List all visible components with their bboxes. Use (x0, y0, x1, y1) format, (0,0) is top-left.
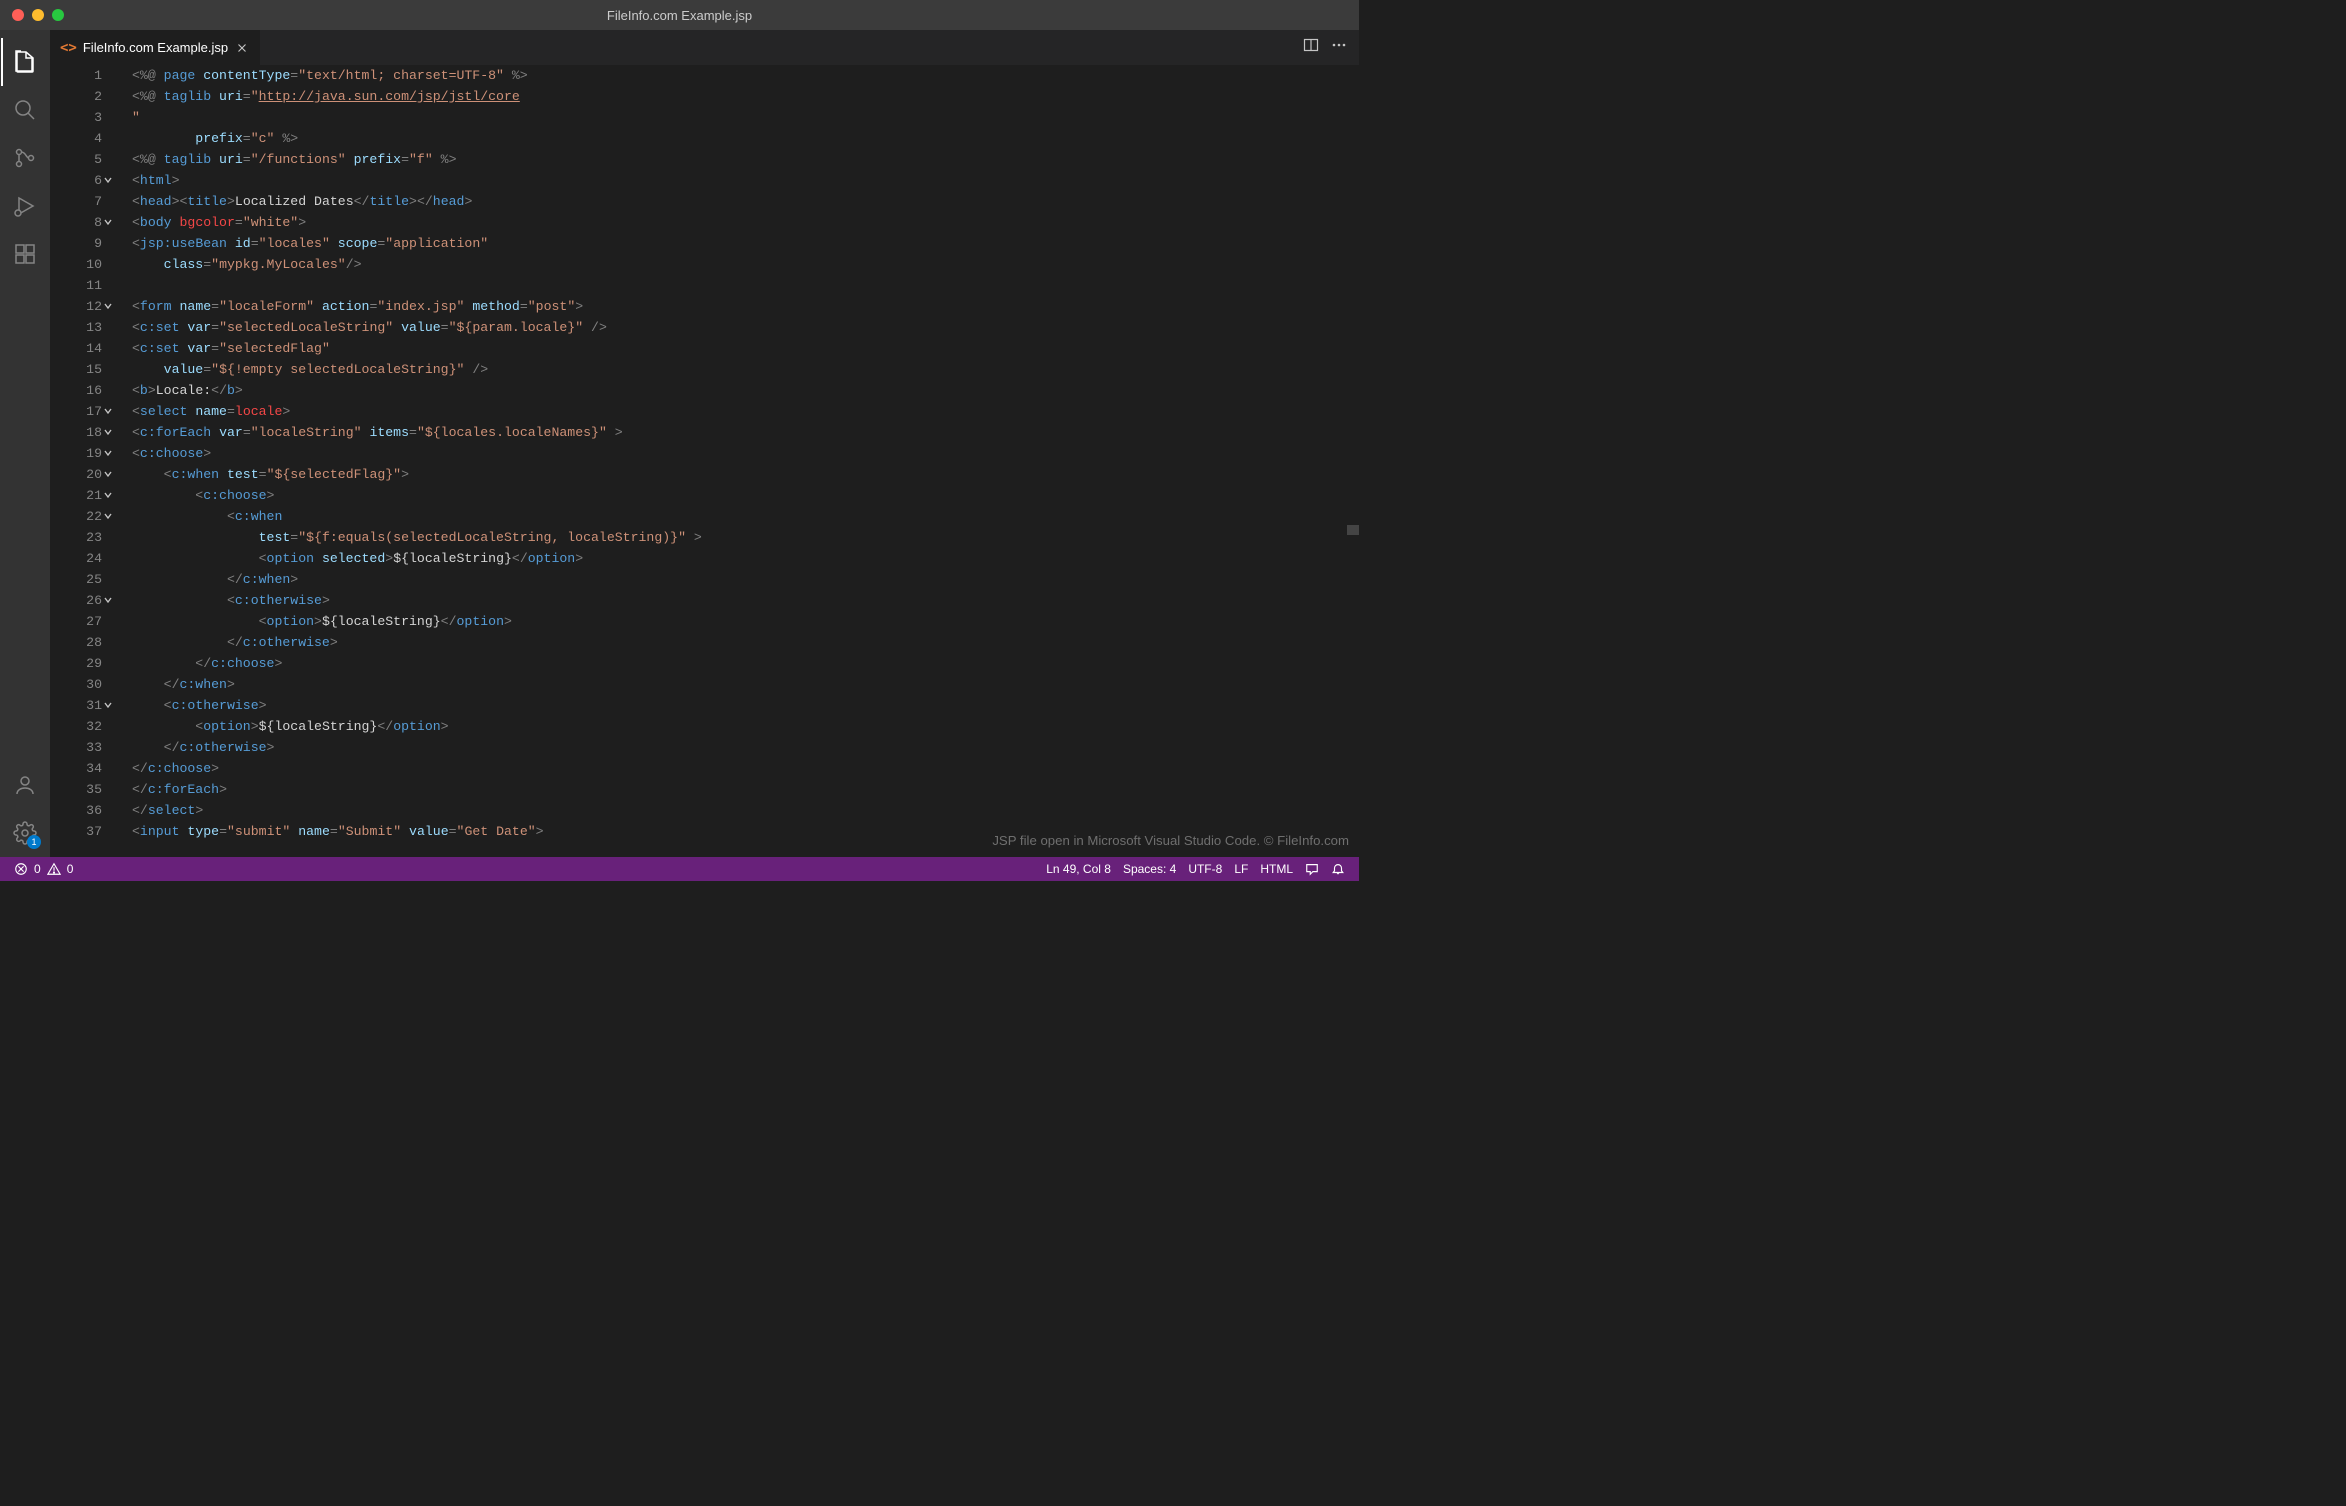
source-control-icon[interactable] (1, 134, 49, 182)
jsp-file-icon: <> (60, 40, 77, 56)
fold-chevron-icon[interactable] (102, 298, 114, 319)
status-bar: 0 0 Ln 49, Col 8 Spaces: 4 UTF-8 LF HTML (0, 857, 1359, 881)
fold-chevron-icon[interactable] (102, 487, 114, 508)
code-content[interactable]: <%@ page contentType="text/html; charset… (116, 65, 1345, 857)
activity-bar: 1 (0, 30, 50, 857)
split-editor-icon[interactable] (1303, 37, 1319, 58)
fold-chevron-icon[interactable] (102, 697, 114, 718)
settings-badge: 1 (27, 835, 41, 849)
code-editor[interactable]: 1234567891011121314151617181920212223242… (50, 65, 1359, 857)
status-cursor-position[interactable]: Ln 49, Col 8 (1040, 857, 1117, 881)
editor-group: <> FileInfo.com Example.jsp 123456789101… (50, 30, 1359, 857)
minimize-window-button[interactable] (32, 9, 44, 21)
titlebar: FileInfo.com Example.jsp (0, 0, 1359, 30)
tab-fileinfo-example-jsp[interactable]: <> FileInfo.com Example.jsp (50, 30, 261, 65)
fold-chevron-icon[interactable] (102, 424, 114, 445)
tab-label: FileInfo.com Example.jsp (83, 40, 228, 55)
status-eol[interactable]: LF (1228, 857, 1254, 881)
fold-chevron-icon[interactable] (102, 214, 114, 235)
status-indentation[interactable]: Spaces: 4 (1117, 857, 1182, 881)
fold-chevron-icon[interactable] (102, 445, 114, 466)
status-feedback-icon[interactable] (1299, 857, 1325, 881)
fold-chevron-icon[interactable] (102, 172, 114, 193)
fold-chevron-icon[interactable] (102, 592, 114, 613)
close-window-button[interactable] (12, 9, 24, 21)
close-tab-icon[interactable] (234, 40, 250, 56)
fold-chevron-icon[interactable] (102, 466, 114, 487)
status-warnings-count: 0 (67, 862, 74, 876)
status-notifications-icon[interactable] (1325, 857, 1351, 881)
status-encoding[interactable]: UTF-8 (1182, 857, 1228, 881)
status-errors-count: 0 (34, 862, 41, 876)
fold-chevron-icon[interactable] (102, 403, 114, 424)
status-problems[interactable]: 0 0 (8, 857, 79, 881)
fold-chevron-icon[interactable] (102, 508, 114, 529)
settings-gear-icon[interactable]: 1 (1, 809, 49, 857)
more-actions-icon[interactable] (1331, 37, 1347, 58)
search-icon[interactable] (1, 86, 49, 134)
run-debug-icon[interactable] (1, 182, 49, 230)
accounts-icon[interactable] (1, 761, 49, 809)
editor-tabs: <> FileInfo.com Example.jsp (50, 30, 1359, 65)
extensions-icon[interactable] (1, 230, 49, 278)
zoom-window-button[interactable] (52, 9, 64, 21)
editor-actions (1303, 30, 1359, 65)
watermark-text: JSP file open in Microsoft Visual Studio… (992, 830, 1349, 851)
window-controls (0, 9, 64, 21)
minimap[interactable] (1345, 65, 1359, 857)
window-title: FileInfo.com Example.jsp (607, 8, 752, 23)
status-language-mode[interactable]: HTML (1254, 857, 1299, 881)
line-number-gutter: 1234567891011121314151617181920212223242… (50, 65, 116, 857)
explorer-icon[interactable] (1, 38, 49, 86)
